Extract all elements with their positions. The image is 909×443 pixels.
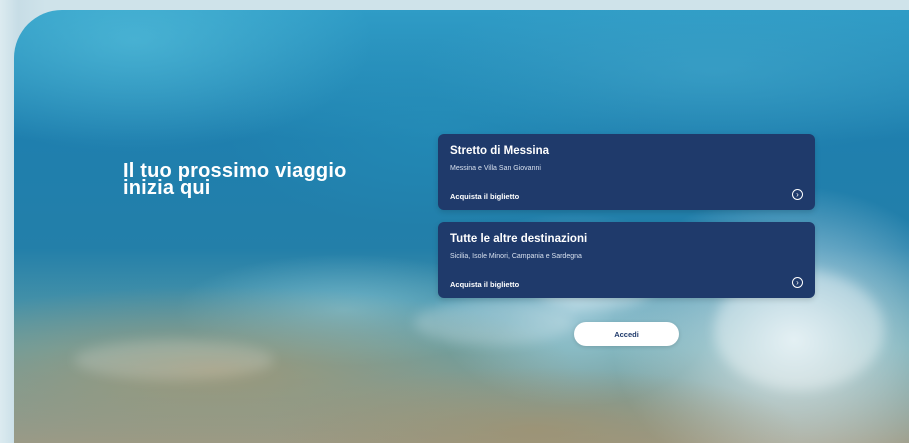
card-title: Stretto di Messina [450,145,550,157]
foam-decoration [74,340,274,380]
card-subtitle: Sicilia, Isole Minori, Campania e Sardeg… [450,253,582,260]
buy-ticket-link[interactable]: Acquista il biglietto [450,280,519,289]
chevron-right-circle-icon[interactable]: › [792,277,803,288]
card-title: Tutte le altre destinazioni [450,233,588,245]
card-stretto-di-messina[interactable]: Stretto di Messina Messina e Villa San G… [438,134,815,210]
foam-decoration [414,300,574,345]
hero-headline: Il tuo prossimo viaggio inizia qui [123,160,347,199]
chevron-right-circle-icon[interactable]: › [792,189,803,200]
card-altre-destinazioni[interactable]: Tutte le altre destinazioni Sicilia, Iso… [438,222,815,298]
card-subtitle: Messina e Villa San Giovanni [450,165,541,172]
page: Il tuo prossimo viaggio inizia qui Stret… [0,0,909,443]
buy-ticket-link[interactable]: Acquista il biglietto [450,192,519,201]
login-button[interactable]: Accedi [574,322,679,346]
